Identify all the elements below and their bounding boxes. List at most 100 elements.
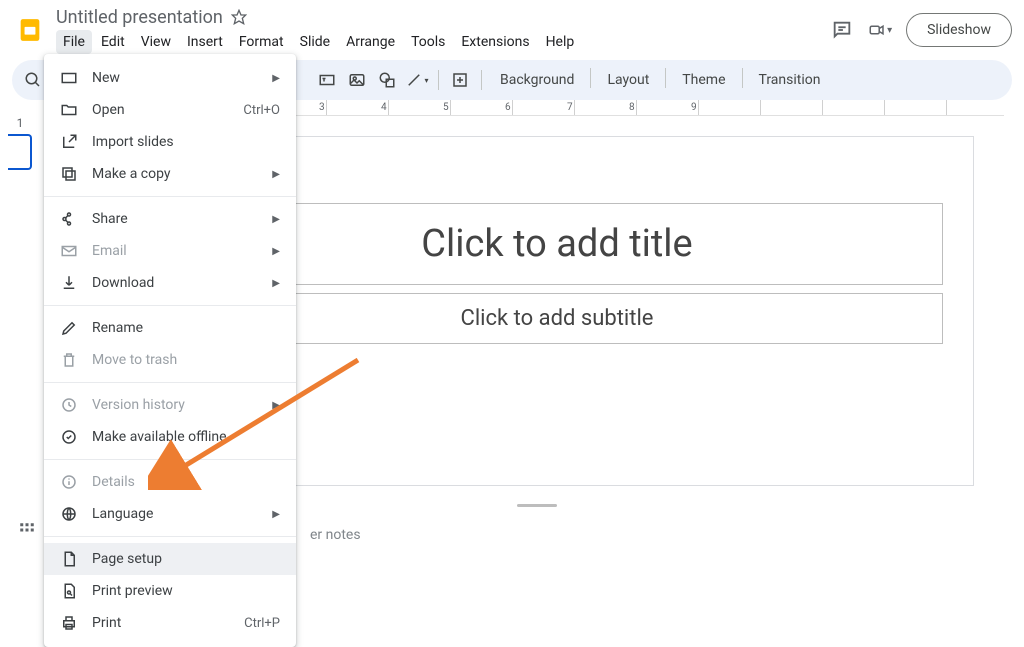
menu-shortcut: Ctrl+P — [244, 616, 280, 631]
grid-view-icon[interactable] — [18, 521, 36, 543]
ruler-tick: 8 — [629, 102, 635, 113]
rect-icon — [60, 69, 78, 87]
ruler-tick: 3 — [319, 102, 325, 113]
video-call-icon[interactable]: ▾ — [868, 18, 892, 42]
menu-format[interactable]: Format — [232, 30, 291, 54]
line-icon[interactable]: ▾ — [404, 67, 430, 93]
menu-separator — [44, 196, 296, 197]
comments-icon[interactable] — [830, 18, 854, 42]
menu-tools[interactable]: Tools — [404, 30, 452, 54]
slides-logo[interactable] — [12, 12, 48, 48]
menu-slide[interactable]: Slide — [293, 30, 337, 54]
menu-arrange[interactable]: Arrange — [339, 30, 402, 54]
menu-bar: FileEditViewInsertFormatSlideArrangeTool… — [56, 30, 830, 54]
slide-panel: 1 — [0, 100, 40, 553]
menu-item-label: Page setup — [92, 551, 280, 567]
rename-icon — [60, 319, 78, 337]
ruler-tick: 4 — [381, 102, 387, 113]
history-icon — [60, 396, 78, 414]
menu-item-details: Details — [44, 466, 296, 498]
toolbar-theme[interactable]: Theme — [672, 68, 735, 92]
textbox-icon[interactable] — [314, 67, 340, 93]
menu-item-label: Import slides — [92, 134, 280, 150]
toolbar-layout[interactable]: Layout — [597, 68, 659, 92]
ruler-tick: 5 — [443, 102, 449, 113]
menu-item-label: New — [92, 70, 258, 86]
menu-view[interactable]: View — [134, 30, 178, 54]
menu-separator — [44, 305, 296, 306]
toolbar-transition[interactable]: Transition — [749, 68, 831, 92]
menu-item-label: Email — [92, 243, 258, 259]
copy-icon — [60, 165, 78, 183]
preview-icon — [60, 582, 78, 600]
menu-item-version-history: Version history▶ — [44, 389, 296, 421]
menu-item-page-setup[interactable]: Page setup — [44, 543, 296, 575]
menu-item-move-to-trash: Move to trash — [44, 344, 296, 376]
image-icon[interactable] — [344, 67, 370, 93]
file-menu-dropdown: New▶OpenCtrl+OImport slidesMake a copy▶S… — [44, 54, 296, 647]
menu-item-new[interactable]: New ▶ — [44, 62, 296, 94]
submenu-arrow-icon: ▶ — [272, 73, 280, 84]
menu-item-label: Print — [92, 615, 230, 631]
menu-item-label: Make a copy — [92, 166, 258, 182]
info-icon — [60, 473, 78, 491]
submenu-arrow-icon: ▶ — [272, 400, 280, 411]
submenu-arrow-icon: ▶ — [272, 246, 280, 257]
menu-item-open[interactable]: Open Ctrl+O — [44, 94, 296, 126]
print-icon — [60, 614, 78, 632]
download-icon — [60, 274, 78, 292]
slide-number: 1 — [17, 116, 24, 130]
menu-item-label: Share — [92, 211, 258, 227]
search-icon[interactable] — [20, 67, 46, 93]
menu-separator — [44, 536, 296, 537]
menu-item-label: Move to trash — [92, 352, 280, 368]
shape-icon[interactable] — [374, 67, 400, 93]
ruler-tick: 9 — [691, 102, 697, 113]
menu-extensions[interactable]: Extensions — [454, 30, 536, 54]
app-header: Untitled presentation FileEditViewInsert… — [0, 0, 1024, 54]
menu-item-print-preview[interactable]: Print preview — [44, 575, 296, 607]
menu-item-language[interactable]: Language ▶ — [44, 498, 296, 530]
trash-icon — [60, 351, 78, 369]
speaker-notes[interactable]: er notes — [310, 527, 361, 543]
menu-edit[interactable]: Edit — [94, 30, 132, 54]
star-icon[interactable] — [231, 9, 247, 25]
menu-item-label: Open — [92, 102, 229, 118]
menu-item-make-available-offline[interactable]: Make available offline — [44, 421, 296, 453]
submenu-arrow-icon: ▶ — [272, 214, 280, 225]
menu-help[interactable]: Help — [539, 30, 582, 54]
menu-separator — [44, 382, 296, 383]
menu-file[interactable]: File — [56, 30, 92, 54]
menu-item-import-slides[interactable]: Import slides — [44, 126, 296, 158]
menu-shortcut: Ctrl+O — [243, 103, 280, 118]
toolbar-background[interactable]: Background — [490, 68, 584, 92]
slide-thumbnail[interactable] — [8, 134, 32, 170]
globe-icon — [60, 505, 78, 523]
menu-item-make-a-copy[interactable]: Make a copy▶ — [44, 158, 296, 190]
menu-item-rename[interactable]: Rename — [44, 312, 296, 344]
submenu-arrow-icon: ▶ — [272, 278, 280, 289]
share-icon — [60, 210, 78, 228]
offline-icon — [60, 428, 78, 446]
slide-indicator — [517, 504, 557, 507]
menu-item-email: Email ▶ — [44, 235, 296, 267]
menu-item-label: Rename — [92, 320, 280, 336]
menu-item-label: Make available offline — [92, 429, 280, 445]
menu-item-download[interactable]: Download ▶ — [44, 267, 296, 299]
menu-separator — [44, 459, 296, 460]
menu-item-print[interactable]: Print Ctrl+P — [44, 607, 296, 639]
new-slide-icon[interactable] — [447, 67, 473, 93]
menu-item-label: Print preview — [92, 583, 280, 599]
import-icon — [60, 133, 78, 151]
menu-item-label: Download — [92, 275, 258, 291]
menu-item-share[interactable]: Share ▶ — [44, 203, 296, 235]
folder-icon — [60, 101, 78, 119]
submenu-arrow-icon: ▶ — [272, 509, 280, 520]
menu-insert[interactable]: Insert — [180, 30, 230, 54]
email-icon — [60, 242, 78, 260]
menu-item-label: Language — [92, 506, 258, 522]
slideshow-button[interactable]: Slideshow — [906, 13, 1012, 47]
menu-item-label: Details — [92, 474, 280, 490]
document-title[interactable]: Untitled presentation — [56, 7, 223, 28]
ruler-tick: 6 — [505, 102, 511, 113]
